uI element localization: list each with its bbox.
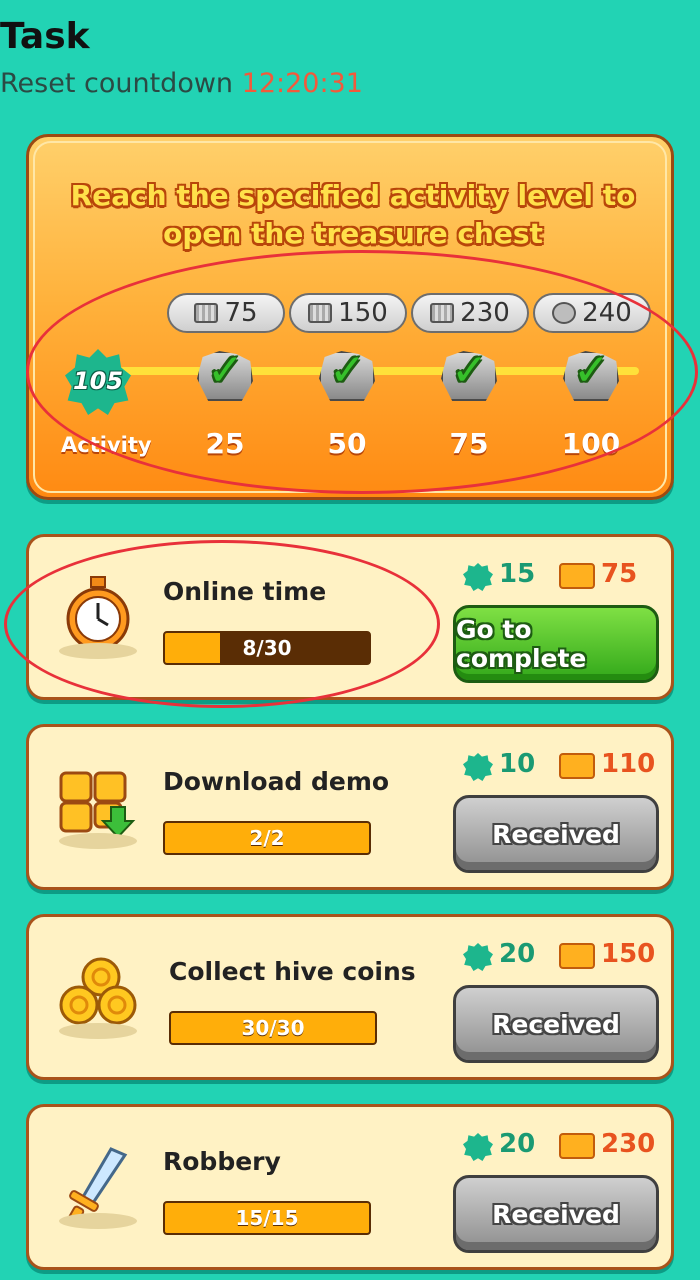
treasure-chest-4[interactable]: ✓: [559, 343, 623, 405]
gem-reward: 15: [499, 559, 536, 589]
reset-countdown: Reset countdown 12:20:31: [0, 68, 700, 99]
milestone-threshold: 25: [205, 427, 245, 460]
task-progress-text: 8/30: [242, 636, 292, 660]
check-icon: ✓: [451, 345, 488, 396]
ticket-icon: [559, 753, 595, 779]
milestone-reward-4[interactable]: 240: [533, 293, 651, 333]
milestone-threshold: 100: [561, 427, 621, 460]
task-progress-text: 15/15: [235, 1206, 299, 1230]
check-icon: ✓: [573, 345, 610, 396]
milestone-reward-value: 230: [460, 298, 510, 328]
treasure-chest-2[interactable]: ✓: [315, 343, 379, 405]
task-name: Robbery: [163, 1147, 281, 1176]
gem-icon: [463, 563, 493, 591]
received-button[interactable]: Received: [453, 985, 659, 1063]
gem-icon: [463, 753, 493, 781]
task-name: Download demo: [163, 767, 390, 796]
milestone-threshold: 75: [449, 427, 489, 460]
task-progress-text: 30/30: [241, 1016, 305, 1040]
activity-instruction: Reach the specified activity level to op…: [70, 179, 636, 250]
received-button[interactable]: Received: [453, 795, 659, 873]
ticket-icon: [430, 303, 455, 323]
ticket-reward: 150: [601, 939, 656, 969]
gem-reward: 10: [499, 749, 536, 779]
ticket-icon: [559, 1133, 595, 1159]
task-rewards: 10 110: [463, 749, 663, 785]
task-progress-bar: 2/2: [163, 821, 371, 855]
coin-bag-icon: [552, 302, 577, 324]
task-rewards: 20 230: [463, 1129, 663, 1165]
milestone-threshold: 50: [327, 427, 367, 460]
coins-icon: [53, 953, 143, 1043]
ticket-reward: 110: [601, 749, 656, 779]
milestone-reward-3[interactable]: 230: [411, 293, 529, 333]
ticket-reward: 230: [601, 1129, 656, 1159]
activity-panel: Reach the specified activity level to op…: [26, 134, 674, 500]
milestone-reward-1[interactable]: 75: [167, 293, 285, 333]
ticket-icon: [559, 943, 595, 969]
milestone-reward-2[interactable]: 150: [289, 293, 407, 333]
page-title: Task: [0, 16, 90, 57]
task-card-collect-hive-coins: Collect hive coins 30/30 20 150 Received: [26, 914, 674, 1080]
task-name: Collect hive coins: [169, 957, 416, 986]
gem-icon: [463, 943, 493, 971]
countdown-label: Reset countdown: [0, 68, 234, 99]
treasure-chest-1[interactable]: ✓: [193, 343, 257, 405]
task-progress-bar: 30/30: [169, 1011, 377, 1045]
gem-reward: 20: [499, 1129, 536, 1159]
activity-label: Activity: [61, 433, 152, 457]
task-rewards: 20 150: [463, 939, 663, 975]
milestone-reward-value: 75: [224, 298, 258, 328]
milestone-reward-value: 150: [338, 298, 388, 328]
task-name: Online time: [163, 577, 327, 606]
sword-icon: [53, 1143, 143, 1233]
task-card-robbery: Robbery 15/15 20 230 Received: [26, 1104, 674, 1270]
check-icon: ✓: [329, 345, 366, 396]
countdown-time: 12:20:31: [241, 68, 363, 99]
ticket-icon: [559, 563, 595, 589]
task-card-download-demo: Download demo 2/2 10 110 Received: [26, 724, 674, 890]
task-progress-bar: 15/15: [163, 1201, 371, 1235]
task-rewards: 15 75: [463, 559, 663, 595]
check-icon: ✓: [207, 345, 244, 396]
gem-icon: [463, 1133, 493, 1161]
activity-current-value: 105: [72, 367, 124, 395]
gem-reward: 20: [499, 939, 536, 969]
milestone-reward-value: 240: [582, 298, 632, 328]
download-box-icon: [53, 763, 143, 853]
task-progress-text: 2/2: [249, 826, 285, 850]
stopwatch-icon: [53, 573, 143, 663]
ticket-reward: 75: [601, 559, 638, 589]
treasure-chest-3[interactable]: ✓: [437, 343, 501, 405]
received-button[interactable]: Received: [453, 1175, 659, 1253]
task-progress-bar: 8/30: [163, 631, 371, 665]
task-card-online-time: Online time 8/30 15 75 Go to complete: [26, 534, 674, 700]
ticket-icon: [194, 303, 219, 323]
ticket-icon: [308, 303, 333, 323]
go-to-complete-button[interactable]: Go to complete: [453, 605, 659, 683]
